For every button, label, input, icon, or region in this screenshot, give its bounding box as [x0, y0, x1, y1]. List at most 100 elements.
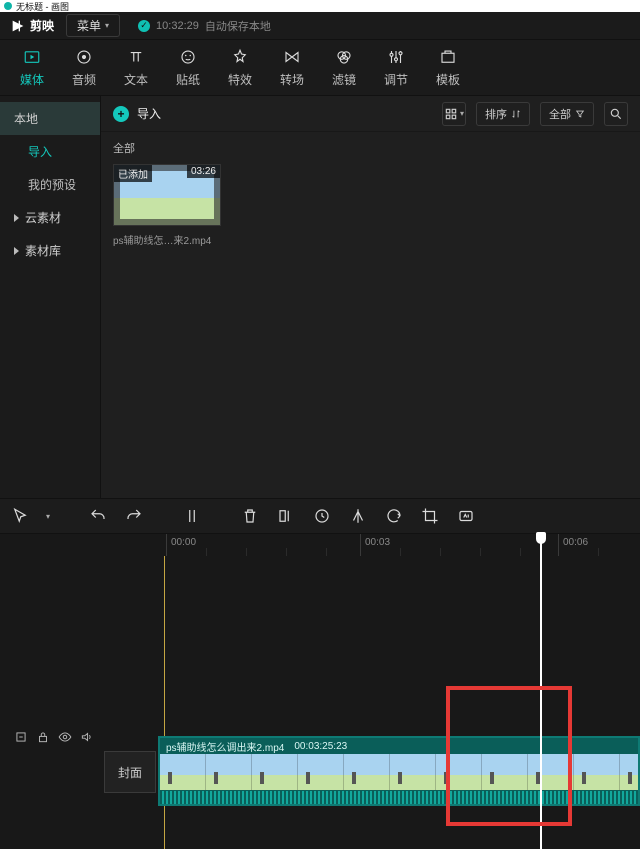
sidebar: 本地 导入 我的预设 云素材 素材库 — [0, 96, 100, 498]
tab-media[interactable]: 媒体 — [6, 40, 58, 95]
os-tab-title: 无标题 - 画图 — [16, 0, 69, 13]
chevron-right-icon — [14, 247, 19, 255]
speed-button[interactable] — [312, 507, 332, 525]
sidebar-item-import[interactable]: 导入 — [0, 135, 100, 168]
tab-filter[interactable]: 滤镜 — [318, 40, 370, 95]
chevron-right-icon — [14, 214, 19, 222]
ruler-label: 00:03 — [365, 537, 390, 548]
autosave-status: ✓ 10:32:29 自动保存本地 — [138, 18, 271, 34]
sidebar-item-label: 素材库 — [25, 242, 61, 259]
track-visibility-button[interactable] — [58, 730, 72, 747]
chevron-down-icon[interactable]: ▾ — [46, 512, 50, 521]
tab-template-label: 模板 — [436, 71, 460, 88]
tab-text-label: 文本 — [124, 71, 148, 88]
pointer-tool-button[interactable] — [10, 507, 30, 525]
tab-audio[interactable]: 音频 — [58, 40, 110, 95]
track-controls — [0, 726, 100, 750]
chevron-down-icon: ▾ — [460, 109, 464, 118]
sidebar-item-library[interactable]: 素材库 — [0, 234, 100, 267]
asset-thumbnail: 已添加 03:26 — [113, 164, 221, 226]
tab-transition[interactable]: 转场 — [266, 40, 318, 95]
tab-sticker-label: 贴纸 — [176, 71, 200, 88]
cover-button[interactable]: 封面 — [104, 751, 156, 793]
content-toolbar: + 导入 ▾ 排序 全部 — [101, 96, 640, 132]
media-icon — [22, 47, 42, 67]
tab-filter-label: 滤镜 — [332, 71, 356, 88]
media-asset[interactable]: 已添加 03:26 ps辅助线怎…来2.mp4 — [113, 164, 221, 247]
ruler-label: 00:00 — [171, 537, 196, 548]
delete-button[interactable] — [240, 507, 260, 525]
cover-label-text: 封面 — [118, 764, 142, 781]
content-body: 全部 已添加 03:26 ps辅助线怎…来2.mp4 — [101, 132, 640, 498]
plus-icon: + — [113, 106, 129, 122]
tab-adjust-label: 调节 — [384, 71, 408, 88]
content-panel: + 导入 ▾ 排序 全部 — [100, 96, 640, 498]
category-label: 全部 — [113, 140, 628, 156]
check-icon: ✓ — [138, 20, 150, 32]
ai-button[interactable] — [456, 507, 476, 525]
filter-label: 全部 — [549, 106, 571, 122]
split-button[interactable] — [182, 507, 202, 525]
content-toolbar-right: ▾ 排序 全部 — [442, 102, 628, 126]
sidebar-item-local[interactable]: 本地 — [0, 102, 100, 135]
grid-icon — [444, 107, 458, 121]
chevron-down-icon: ▾ — [105, 21, 109, 30]
filter-button[interactable]: 全部 — [540, 102, 594, 126]
clip-duration: 00:03:25:23 — [294, 741, 347, 752]
search-button[interactable] — [604, 102, 628, 126]
primary-toolbar: 媒体 音频 文本 贴纸 特效 转场 滤镜 调节 模板 — [0, 40, 640, 96]
timeline[interactable]: 封面 ps辅助线怎么调出来2.mp4 00:03:25:23 — [0, 556, 640, 849]
effect-icon — [230, 47, 250, 67]
sidebar-item-label: 云素材 — [25, 209, 61, 226]
title-bar: 剪映 菜单 ▾ ✓ 10:32:29 自动保存本地 — [0, 12, 640, 40]
tab-adjust[interactable]: 调节 — [370, 40, 422, 95]
import-label: 导入 — [137, 105, 161, 122]
track-collapse-button[interactable] — [14, 730, 28, 747]
annotation-highlight-box — [446, 686, 572, 826]
logo-icon — [10, 18, 26, 34]
tab-media-label: 媒体 — [20, 71, 44, 88]
tab-audio-label: 音频 — [72, 71, 96, 88]
view-grid-button[interactable]: ▾ — [442, 102, 466, 126]
asset-added-badge: 已添加 — [114, 165, 152, 182]
autosave-time: 10:32:29 — [156, 20, 199, 32]
audio-icon — [74, 47, 94, 67]
sidebar-item-cloud[interactable]: 云素材 — [0, 201, 100, 234]
track-lock-button[interactable] — [36, 730, 50, 747]
sticker-icon — [178, 47, 198, 67]
mirror-button[interactable] — [348, 507, 368, 525]
adjust-icon — [386, 47, 406, 67]
playhead-handle[interactable] — [536, 532, 546, 544]
rotate-button[interactable] — [384, 507, 404, 525]
text-icon — [126, 47, 146, 67]
app-name: 剪映 — [30, 17, 54, 34]
ruler-label: 00:06 — [563, 537, 588, 548]
sidebar-item-label: 本地 — [14, 110, 38, 127]
sort-label: 排序 — [485, 106, 507, 122]
redo-button[interactable] — [124, 507, 144, 525]
import-button[interactable]: + 导入 — [113, 105, 161, 122]
menu-button[interactable]: 菜单 ▾ — [66, 14, 120, 37]
app-logo: 剪映 — [10, 17, 54, 34]
search-icon — [609, 107, 623, 121]
tab-effect[interactable]: 特效 — [214, 40, 266, 95]
autosave-text: 自动保存本地 — [205, 18, 271, 34]
filter-icon — [334, 47, 354, 67]
tab-text[interactable]: 文本 — [110, 40, 162, 95]
transition-icon — [282, 47, 302, 67]
app-dot-icon — [4, 2, 12, 10]
crop-button[interactable] — [420, 507, 440, 525]
sidebar-item-preset[interactable]: 我的预设 — [0, 168, 100, 201]
timeline-action-bar: ▾ — [0, 498, 640, 534]
sort-button[interactable]: 排序 — [476, 102, 530, 126]
asset-duration: 03:26 — [187, 165, 220, 178]
tab-sticker[interactable]: 贴纸 — [162, 40, 214, 95]
track-mute-button[interactable] — [80, 730, 94, 747]
tab-transition-label: 转场 — [280, 71, 304, 88]
undo-button[interactable] — [88, 507, 108, 525]
crop-left-button[interactable] — [276, 507, 296, 525]
asset-filename: ps辅助线怎…来2.mp4 — [113, 232, 221, 247]
tab-template[interactable]: 模板 — [422, 40, 474, 95]
template-icon — [438, 47, 458, 67]
ruler-ticks: 00:00 00:03 00:06 — [160, 534, 640, 556]
